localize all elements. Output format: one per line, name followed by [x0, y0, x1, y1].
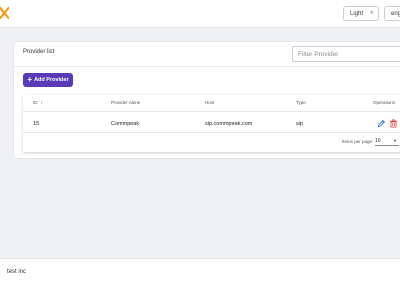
items-per-page-label: Items per page: — [342, 139, 374, 144]
items-per-page-select[interactable]: 10 ▼ — [375, 138, 399, 146]
cell-type: sip — [296, 121, 304, 127]
add-provider-button[interactable]: + Add Provider — [23, 73, 73, 87]
column-header-operations: Operations — [373, 100, 396, 105]
footer-company-name: test inc — [7, 269, 27, 275]
cell-provider-name: Commpeak — [111, 121, 140, 127]
row-divider — [23, 132, 400, 133]
brand-logo-icon[interactable] — [0, 6, 9, 20]
divider — [14, 66, 400, 67]
theme-select-value: Light — [350, 10, 364, 17]
edit-icon[interactable] — [377, 119, 386, 128]
language-select-value: eng — [391, 10, 400, 17]
language-select[interactable]: eng — [384, 6, 400, 21]
column-header-id[interactable]: ID ↓ — [33, 100, 43, 106]
cell-host: sip.commpeak.com — [205, 121, 253, 127]
footer: test inc — [0, 258, 400, 284]
cell-id: 15 — [33, 121, 40, 127]
column-header-provider-name[interactable]: Provider name — [111, 100, 140, 105]
plus-icon: + — [27, 74, 33, 84]
filter-provider-input[interactable] — [292, 46, 400, 62]
arrow-down-icon[interactable]: ↓ — [41, 100, 44, 106]
theme-select[interactable]: Light ▾ — [343, 6, 379, 21]
add-provider-label: Add Provider — [34, 77, 69, 83]
top-bar: Light ▾ eng — [0, 0, 400, 28]
providers-table: ID ↓ Provider name Host Type Operations 1… — [23, 95, 400, 152]
chevron-down-icon: ▼ — [393, 138, 397, 143]
chevron-down-icon: ▾ — [370, 10, 373, 16]
page-title: Provider list — [23, 49, 55, 55]
items-per-page-value: 10 — [375, 138, 381, 144]
column-header-type[interactable]: Type — [296, 100, 306, 105]
provider-list-card: Provider list + Add Provider ID↓ Provide… — [14, 42, 400, 158]
delete-icon[interactable] — [389, 119, 398, 128]
header-divider — [23, 111, 400, 112]
column-header-host[interactable]: Host — [205, 100, 214, 105]
